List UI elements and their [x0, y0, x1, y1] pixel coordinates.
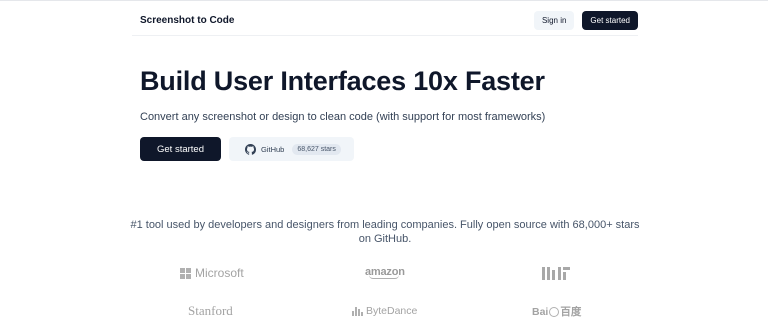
github-stars-button[interactable]: GitHub 68,627 stars	[229, 137, 354, 161]
hero-subtitle: Convert any screenshot or design to clea…	[140, 111, 546, 123]
baidu-paw-icon	[549, 306, 560, 317]
header-get-started-button[interactable]: Get started	[582, 11, 638, 30]
amazon-logo: amazon	[365, 266, 405, 279]
github-label: GitHub	[261, 144, 285, 154]
baidu-logo-suffix: 百度	[560, 306, 582, 318]
brand-name[interactable]: Screenshot to Code	[132, 15, 234, 28]
microsoft-logo: Microsoft	[180, 266, 244, 280]
microsoft-grid-icon	[180, 267, 191, 279]
hero-title: Build User Interfaces 10x Faster	[140, 66, 545, 96]
sign-in-button[interactable]: Sign in	[533, 11, 575, 30]
bytedance-logo-text: ByteDance	[366, 305, 418, 317]
baidu-logo: Bai 百度	[532, 304, 581, 319]
header-actions: Sign in Get started	[533, 11, 638, 32]
github-icon	[245, 143, 256, 155]
social-proof-tagline: #1 tool used by developers and designers…	[130, 219, 640, 245]
stanford-logo: Stanford	[188, 303, 233, 318]
amazon-smile-icon	[369, 275, 399, 279]
site-header: Screenshot to Code Sign in Get started	[132, 8, 638, 36]
hero-get-started-button[interactable]: Get started	[140, 137, 221, 161]
baidu-logo-prefix: Bai	[532, 305, 549, 318]
microsoft-logo-text: Microsoft	[195, 266, 244, 280]
github-stars-badge: 68,627 stars	[292, 143, 341, 155]
top-divider	[0, 0, 768, 1]
mit-logo	[542, 267, 570, 280]
bytedance-mark-icon	[352, 306, 363, 316]
bytedance-logo: ByteDance	[352, 305, 417, 317]
